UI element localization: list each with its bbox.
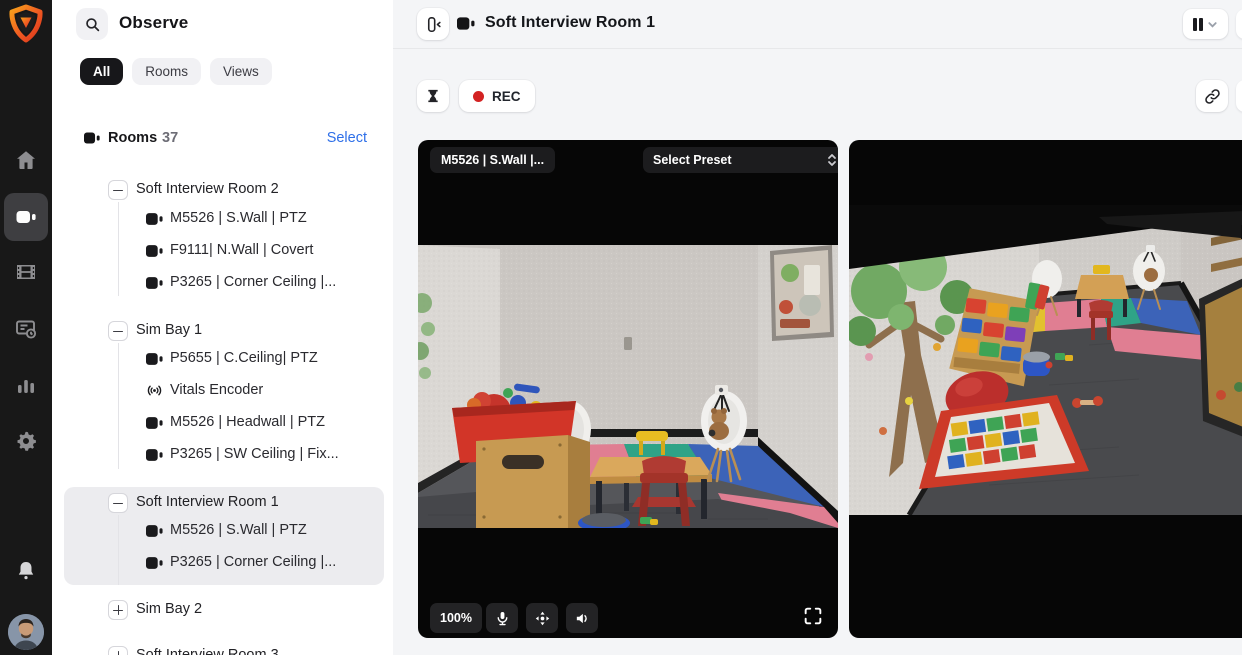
link-icon: [1204, 88, 1221, 105]
hourglass-icon: [425, 88, 441, 104]
camera-name-overlay: M5526 | S.Wall |...: [430, 147, 555, 173]
pause-layout-icon: [1193, 18, 1204, 31]
nav-device-schedule-icon[interactable]: [14, 317, 38, 341]
main-stage: Soft Interview Room 1 REC: [393, 0, 1242, 655]
tree-camera-row[interactable]: M5526 | S.Wall | PTZ: [52, 519, 393, 543]
tree-room-row[interactable]: Soft Interview Room 2: [52, 178, 393, 202]
tree-room-row[interactable]: Sim Bay 1: [52, 319, 393, 343]
nav-recordings-film-icon[interactable]: [14, 260, 38, 284]
tree-camera-row[interactable]: P3265 | Corner Ceiling |...: [52, 271, 393, 295]
select-chevrons-icon: [826, 153, 838, 167]
rooms-tree: Soft Interview Room 2 M5526 | S.Wall | P…: [52, 0, 393, 655]
fullscreen-icon: [802, 605, 824, 627]
brand-shield-logo: [5, 3, 47, 45]
camera-label[interactable]: P3265 | SW Ceiling | Fix...: [170, 446, 339, 462]
collapse-minus-icon[interactable]: [108, 180, 128, 200]
tree-room-row-selected[interactable]: Soft Interview Room 1: [52, 491, 393, 515]
camera-icon: [146, 448, 164, 462]
camera-icon: [146, 244, 164, 258]
tree-camera-row[interactable]: P3265 | Corner Ceiling |...: [52, 551, 393, 575]
nav-home-icon[interactable]: [14, 148, 38, 172]
fullscreen-button[interactable]: [802, 605, 828, 631]
stage-toolbar: REC: [393, 48, 1242, 112]
video-tile-1[interactable]: M5526 | S.Wall |... Select Preset 100%: [418, 140, 838, 638]
room-label[interactable]: Sim Bay 1: [136, 322, 202, 338]
camera-icon: [146, 556, 164, 570]
nav-settings-gear-icon[interactable]: [14, 429, 38, 453]
tree-camera-row[interactable]: P5655 | C.Ceiling| PTZ: [52, 347, 393, 371]
camera-label[interactable]: M5526 | Headwall | PTZ: [170, 414, 325, 430]
volume-button[interactable]: [566, 603, 598, 633]
camera-label[interactable]: P3265 | Corner Ceiling |...: [170, 274, 336, 290]
nav-observe-camera-icon[interactable]: [14, 205, 38, 229]
camera-icon: [146, 276, 164, 290]
video-frame-south-wall-view: [418, 245, 838, 528]
record-dot-icon: [473, 91, 484, 102]
room-label[interactable]: Sim Bay 2: [136, 601, 202, 617]
tree-camera-row[interactable]: P3265 | SW Ceiling | Fix...: [52, 443, 393, 467]
video-frame-corner-ceiling-view: [849, 205, 1242, 515]
room-label[interactable]: Soft Interview Room 2: [136, 181, 279, 197]
room-title: Soft Interview Room 1: [485, 14, 655, 32]
camera-label[interactable]: F9111| N.Wall | Covert: [170, 242, 313, 258]
collapse-panel-icon: [424, 15, 443, 34]
room-label[interactable]: Soft Interview Room 3: [136, 647, 279, 655]
encoder-broadcast-icon: [146, 382, 163, 399]
camera-label[interactable]: P5655 | C.Ceiling| PTZ: [170, 350, 318, 366]
pan-move-icon: [534, 610, 551, 627]
collapse-panel-button[interactable]: [417, 8, 449, 40]
preset-placeholder: Select Preset: [653, 153, 732, 167]
stage-header: Soft Interview Room 1: [393, 0, 1242, 49]
record-label: REC: [492, 89, 521, 104]
camera-icon: [146, 212, 164, 226]
microphone-icon: [494, 610, 511, 627]
preset-dropdown[interactable]: Select Preset: [643, 147, 838, 173]
camera-icon: [146, 416, 164, 430]
camera-icon: [146, 524, 164, 538]
nav-analytics-icon[interactable]: [14, 373, 38, 397]
camera-icon: [457, 16, 476, 31]
layout-selector-button[interactable]: [1183, 9, 1228, 39]
clipped-toolbar-button[interactable]: [1236, 80, 1242, 112]
share-link-button[interactable]: [1196, 80, 1228, 112]
expand-plus-icon[interactable]: [108, 600, 128, 620]
collapse-minus-icon[interactable]: [108, 321, 128, 341]
camera-label[interactable]: P3265 | Corner Ceiling |...: [170, 554, 336, 570]
microphone-button[interactable]: [486, 603, 518, 633]
notifications-bell-icon[interactable]: [14, 559, 38, 583]
camera-icon: [146, 352, 164, 366]
observe-sidebar-panel: Observe All Rooms Views Rooms 37 Select …: [52, 0, 393, 655]
zoom-level-badge: 100%: [430, 603, 482, 633]
camera-label[interactable]: M5526 | S.Wall | PTZ: [170, 522, 307, 538]
expand-plus-icon[interactable]: [108, 646, 128, 655]
session-timer-button[interactable]: [417, 80, 449, 112]
tree-encoder-row[interactable]: Vitals Encoder: [52, 379, 393, 403]
tree-room-row[interactable]: Sim Bay 2: [52, 598, 393, 622]
user-avatar[interactable]: [8, 614, 44, 650]
video-tile-2[interactable]: [849, 140, 1242, 638]
observe-app: Observe All Rooms Views Rooms 37 Select …: [0, 0, 1242, 655]
tree-room-row[interactable]: Soft Interview Room 3: [52, 644, 393, 655]
room-label[interactable]: Soft Interview Room 1: [136, 494, 279, 510]
record-button[interactable]: REC: [459, 80, 535, 112]
volume-icon: [574, 610, 591, 627]
encoder-label[interactable]: Vitals Encoder: [170, 382, 263, 398]
camera-label[interactable]: M5526 | S.Wall | PTZ: [170, 210, 307, 226]
clipped-header-button[interactable]: [1236, 9, 1242, 39]
chevron-down-icon: [1207, 19, 1218, 30]
ptz-pan-button[interactable]: [526, 603, 558, 633]
tree-camera-row[interactable]: M5526 | Headwall | PTZ: [52, 411, 393, 435]
tree-camera-row[interactable]: M5526 | S.Wall | PTZ: [52, 207, 393, 231]
collapse-minus-icon[interactable]: [108, 493, 128, 513]
tree-camera-row[interactable]: F9111| N.Wall | Covert: [52, 239, 393, 263]
icon-rail: [0, 0, 52, 655]
